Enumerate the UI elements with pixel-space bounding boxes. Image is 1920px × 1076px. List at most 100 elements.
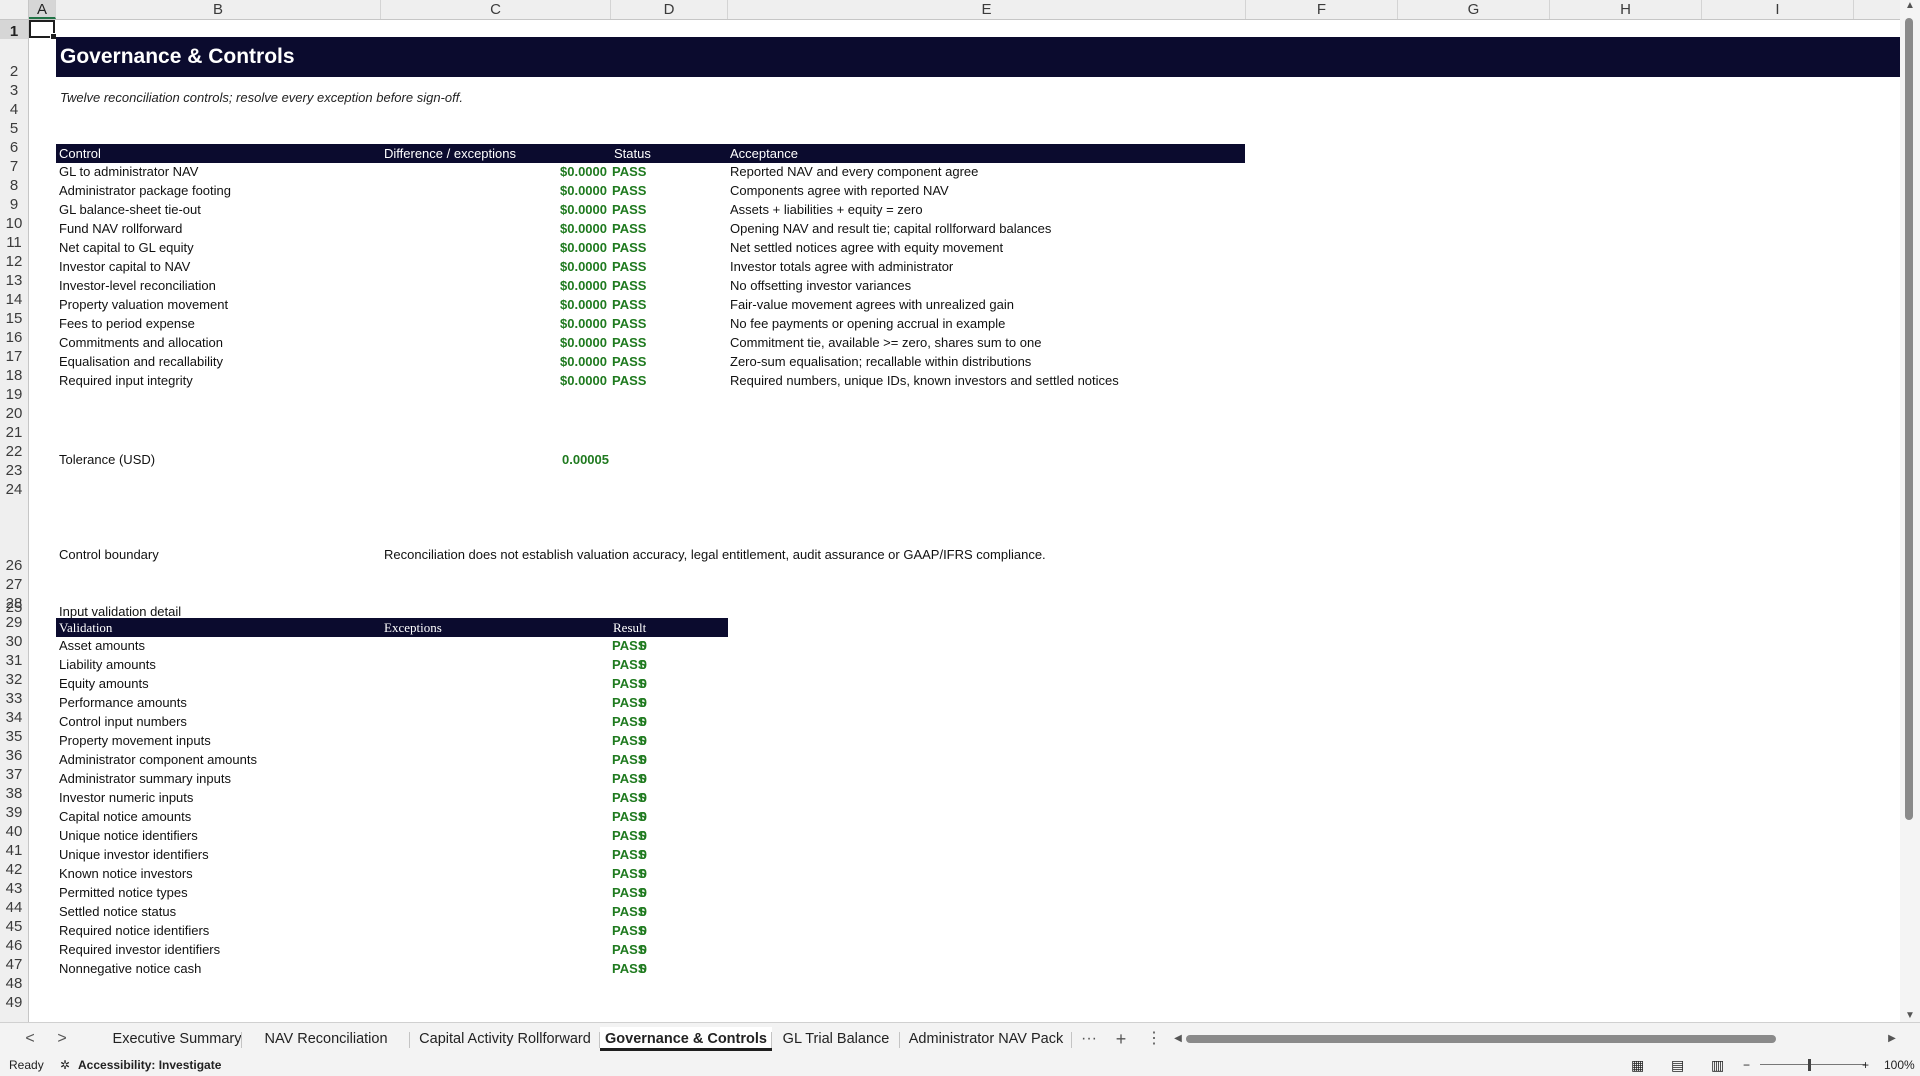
column-header-c[interactable]: C	[381, 0, 611, 19]
row-header-42[interactable]: 42	[0, 858, 28, 877]
sheet-tab[interactable]: Capital Activity Rollforward	[410, 1027, 600, 1051]
row-header-21[interactable]: 21	[0, 421, 28, 440]
row-header-8[interactable]: 8	[0, 174, 28, 193]
control-difference: $0.0000	[560, 373, 607, 388]
column-header-a[interactable]: A	[29, 0, 56, 19]
row-header-16[interactable]: 16	[0, 326, 28, 345]
prev-sheet-icon[interactable]: <	[20, 1027, 40, 1051]
column-header-b[interactable]: B	[56, 0, 381, 19]
control-difference: $0.0000	[560, 183, 607, 198]
control-difference: $0.0000	[560, 354, 607, 369]
sheet-tab[interactable]: NAV Reconciliation	[242, 1027, 410, 1051]
row-header-37[interactable]: 37	[0, 763, 28, 782]
row-header-38[interactable]: 38	[0, 782, 28, 801]
sheet-tab[interactable]: GL Trial Balance	[772, 1027, 900, 1051]
validation-result: PASS	[612, 714, 647, 729]
row-header-11[interactable]: 11	[0, 231, 28, 250]
row-header-17[interactable]: 17	[0, 345, 28, 364]
column-header-d[interactable]: D	[611, 0, 728, 19]
row-header-6[interactable]: 6	[0, 136, 28, 155]
row-header-40[interactable]: 40	[0, 820, 28, 839]
row-header-24[interactable]: 24	[0, 478, 28, 497]
sheet-options-icon[interactable]: ⋮	[1144, 1027, 1164, 1051]
row-header-3[interactable]: 3	[0, 79, 28, 98]
vertical-scroll-thumb[interactable]	[1905, 18, 1913, 820]
zoom-in-icon[interactable]: +	[1862, 1054, 1869, 1076]
column-header-f[interactable]: F	[1246, 0, 1398, 19]
select-all-corner[interactable]	[0, 0, 29, 19]
row-header-20[interactable]: 20	[0, 402, 28, 421]
more-sheets-icon[interactable]: ···	[1079, 1027, 1099, 1051]
row-header-39[interactable]: 39	[0, 801, 28, 820]
control-acceptance: Opening NAV and result tie; capital roll…	[730, 221, 1052, 236]
row-header-7[interactable]: 7	[0, 155, 28, 174]
row-header-43[interactable]: 43	[0, 877, 28, 896]
row-header-29[interactable]: 29	[0, 611, 28, 630]
row-header-30[interactable]: 30	[0, 630, 28, 649]
row-header-19[interactable]: 19	[0, 383, 28, 402]
boundary-label: Control boundary	[59, 547, 159, 562]
row-header-22[interactable]: 22	[0, 440, 28, 459]
sheet-tab-bar: < > Executive Summary NAV Reconciliation C…	[0, 1022, 1920, 1055]
page-layout-icon[interactable]: ▤	[1671, 1054, 1684, 1076]
row-header-15[interactable]: 15	[0, 307, 28, 326]
zoom-level[interactable]: 100%	[1884, 1054, 1915, 1076]
row-header-13[interactable]: 13	[0, 269, 28, 288]
validation-name: Required notice identifiers	[59, 923, 210, 938]
row-header-2[interactable]: 2	[0, 39, 28, 79]
row-header-18[interactable]: 18	[0, 364, 28, 383]
zoom-slider[interactable]	[1760, 1064, 1866, 1065]
add-sheet-icon[interactable]: +	[1111, 1027, 1131, 1051]
row-header-28[interactable]: 28	[0, 592, 28, 611]
accessibility-status[interactable]: Accessibility: Investigate	[78, 1054, 221, 1076]
sheet-tab[interactable]: Administrator NAV Pack	[900, 1027, 1072, 1051]
column-header-g[interactable]: G	[1398, 0, 1550, 19]
column-header-bar: A B C D E F G H I	[0, 0, 1900, 20]
row-header-10[interactable]: 10	[0, 212, 28, 231]
row-header-26[interactable]: 26	[0, 554, 28, 573]
row-header-1[interactable]: 1	[0, 20, 28, 39]
row-header-23[interactable]: 23	[0, 459, 28, 478]
normal-view-icon[interactable]: ▦	[1631, 1054, 1644, 1076]
row-header-34[interactable]: 34	[0, 706, 28, 725]
sheet-grid[interactable]: Governance & Controls Twelve reconciliat…	[29, 20, 1900, 1022]
validation-result: PASS	[612, 961, 647, 976]
scroll-right-icon[interactable]: ▶	[1882, 1027, 1902, 1051]
row-header-35[interactable]: 35	[0, 725, 28, 744]
row-header-4[interactable]: 4	[0, 98, 28, 117]
sheet-tab[interactable]: Executive Summary	[112, 1027, 242, 1051]
page-break-preview-icon[interactable]: ▥	[1711, 1054, 1724, 1076]
row-header-14[interactable]: 14	[0, 288, 28, 307]
control-name: Administrator package footing	[59, 183, 231, 198]
horizontal-scroll-thumb[interactable]	[1186, 1035, 1776, 1043]
validation-name: Performance amounts	[59, 695, 187, 710]
row-header-41[interactable]: 41	[0, 839, 28, 858]
row-header-49[interactable]: 49	[0, 991, 28, 1010]
row-header-27[interactable]: 27	[0, 573, 28, 592]
row-header-45[interactable]: 45	[0, 915, 28, 934]
column-header-h[interactable]: H	[1550, 0, 1702, 19]
row-header-31[interactable]: 31	[0, 649, 28, 668]
row-header-36[interactable]: 36	[0, 744, 28, 763]
row-header-44[interactable]: 44	[0, 896, 28, 915]
zoom-slider-knob[interactable]	[1808, 1059, 1811, 1071]
row-header-32[interactable]: 32	[0, 668, 28, 687]
sheet-tab[interactable]: Governance & Controls	[600, 1027, 772, 1051]
scroll-up-icon[interactable]: ▲	[1900, 0, 1920, 11]
active-cell-a1[interactable]	[29, 20, 57, 40]
row-header-48[interactable]: 48	[0, 972, 28, 991]
row-header-46[interactable]: 46	[0, 934, 28, 953]
row-header-9[interactable]: 9	[0, 193, 28, 212]
next-sheet-icon[interactable]: >	[52, 1027, 72, 1051]
row-header-5[interactable]: 5	[0, 117, 28, 136]
row-header-12[interactable]: 12	[0, 250, 28, 269]
zoom-out-icon[interactable]: −	[1743, 1054, 1750, 1076]
row-header-33[interactable]: 33	[0, 687, 28, 706]
scroll-left-icon[interactable]: ◀	[1168, 1027, 1188, 1051]
row-header-47[interactable]: 47	[0, 953, 28, 972]
column-header-i[interactable]: I	[1702, 0, 1854, 19]
vertical-scrollbar[interactable]: ▲ ▼	[1900, 0, 1920, 1022]
column-header-e[interactable]: E	[728, 0, 1246, 19]
scroll-down-icon[interactable]: ▼	[1900, 1010, 1920, 1021]
accessibility-icon[interactable]: ✲	[60, 1054, 70, 1076]
